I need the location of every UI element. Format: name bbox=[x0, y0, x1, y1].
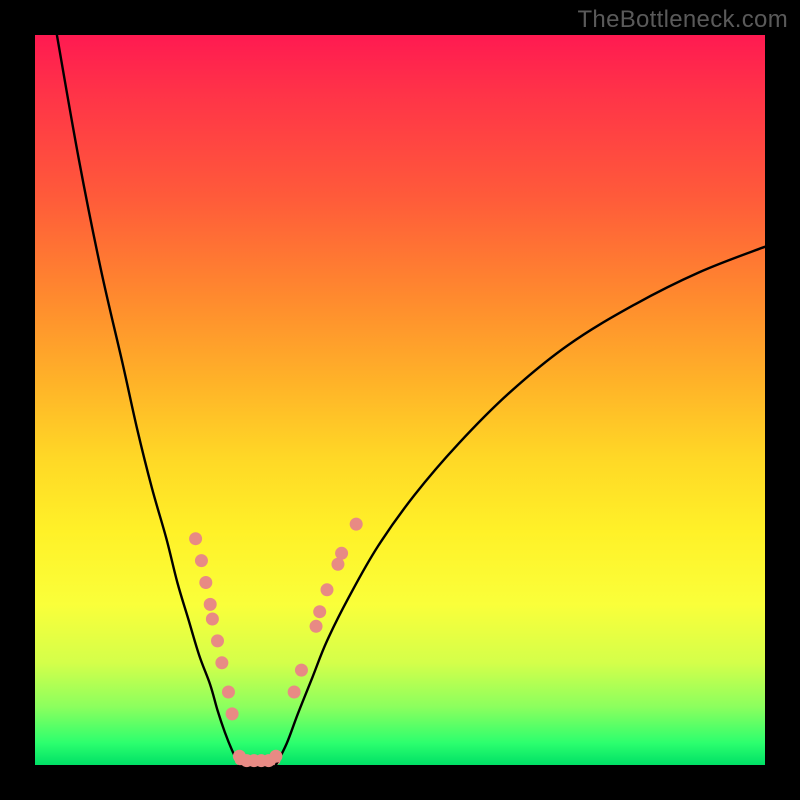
marker-dot bbox=[195, 554, 208, 567]
marker-dot bbox=[189, 532, 202, 545]
curve-layer bbox=[57, 35, 765, 765]
marker-dot bbox=[222, 686, 235, 699]
marker-dot bbox=[335, 547, 348, 560]
marker-dot bbox=[295, 664, 308, 677]
marker-dot bbox=[288, 686, 301, 699]
left-curve-path bbox=[57, 35, 240, 765]
right-curve-path bbox=[276, 247, 765, 765]
marker-dot bbox=[321, 583, 334, 596]
marker-layer bbox=[189, 518, 363, 768]
marker-dot bbox=[226, 707, 239, 720]
plot-area bbox=[35, 35, 765, 765]
marker-dot bbox=[350, 518, 363, 531]
watermark-text: TheBottleneck.com bbox=[577, 6, 788, 34]
marker-dot bbox=[269, 750, 282, 763]
marker-dot bbox=[204, 598, 217, 611]
marker-dot bbox=[199, 576, 212, 589]
marker-dot bbox=[310, 620, 323, 633]
chart-stage: TheBottleneck.com bbox=[0, 0, 800, 800]
curves-svg bbox=[35, 35, 765, 765]
marker-dot bbox=[206, 613, 219, 626]
marker-dot bbox=[313, 605, 326, 618]
marker-dot bbox=[211, 634, 224, 647]
marker-dot bbox=[215, 656, 228, 669]
